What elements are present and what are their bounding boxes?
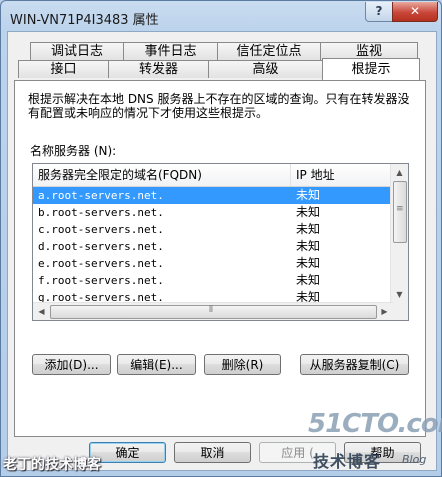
horizontal-scroll-thumb[interactable]: ⦀ — [50, 305, 377, 319]
title-bar[interactable]: WIN-VN71P4I3483 属性 ? ✕ — [1, 1, 441, 31]
watermark-logo: 51CTO.com — [308, 409, 442, 439]
server-ip-cell: 未知 — [296, 239, 321, 253]
edit-button[interactable]: 编辑(E)... — [117, 354, 196, 375]
dialog-client-area: 调试日志 事件日志 信任定位点 监视 接口 转发器 高级 根提示 根提示解决在本… — [7, 31, 437, 471]
tab-interfaces[interactable]: 接口 — [18, 60, 109, 78]
name-servers-label: 名称服务器 (N): — [30, 144, 117, 158]
server-ip-cell: 未知 — [296, 273, 321, 287]
tab-forwarders[interactable]: 转发器 — [108, 60, 209, 78]
table-row[interactable]: e.root-servers.net. 未知 — [33, 255, 393, 272]
question-icon: ? — [375, 4, 383, 18]
server-fqdn-cell: d.root-servers.net. — [38, 240, 164, 253]
window-title: WIN-VN71P4I3483 属性 — [10, 13, 159, 28]
watermark-caption: 老丁的技术博客 — [3, 457, 101, 473]
close-icon: ✕ — [409, 4, 421, 18]
scroll-down-icon[interactable]: ▼ — [392, 287, 407, 302]
vertical-scrollbar[interactable]: ▲ ≡ ▼ — [390, 164, 408, 303]
list-header: 服务器完全限定的域名(FQDN) IP 地址 — [33, 164, 393, 187]
vertical-scroll-thumb[interactable]: ≡ — [393, 181, 407, 243]
server-fqdn-cell: a.root-servers.net. — [38, 189, 164, 202]
close-caption-button[interactable]: ✕ — [392, 2, 438, 22]
table-row[interactable]: f.root-servers.net. 未知 — [33, 272, 393, 289]
server-ip-cell: 未知 — [296, 188, 321, 202]
root-hints-description: 根提示解决在本地 DNS 服务器上不存在的区域的查询。只有在转发器没有配置或未响… — [28, 92, 410, 120]
scroll-left-icon[interactable]: ◀ — [34, 304, 49, 319]
horizontal-scrollbar[interactable]: ◀ ⦀ ▶ — [33, 302, 393, 320]
grip-icon: ≡ — [396, 204, 404, 214]
server-ip-cell: 未知 — [296, 205, 321, 219]
table-row[interactable]: b.root-servers.net. 未知 — [33, 204, 393, 221]
tab-event-log[interactable]: 事件日志 — [123, 42, 218, 60]
tab-root-hints[interactable]: 根提示 — [322, 58, 420, 80]
watermark-subtitle: 技术博客 — [313, 452, 382, 471]
server-fqdn-cell: f.root-servers.net. — [38, 274, 164, 287]
tab-trust-anchors[interactable]: 信任定位点 — [217, 42, 321, 60]
server-fqdn-cell: b.root-servers.net. — [38, 206, 164, 219]
tab-debug-log[interactable]: 调试日志 — [30, 42, 124, 60]
name-servers-list[interactable]: 服务器完全限定的域名(FQDN) IP 地址 a.root-servers.ne… — [32, 163, 409, 321]
server-fqdn-cell: c.root-servers.net. — [38, 223, 164, 236]
server-ip-cell: 未知 — [296, 256, 321, 270]
column-header-ip[interactable]: IP 地址 — [291, 164, 393, 186]
copy-from-server-button[interactable]: 从服务器复制(C) — [300, 354, 409, 375]
list-rows: a.root-servers.net. 未知 b.root-servers.net.… — [33, 187, 393, 320]
server-ip-cell: 未知 — [296, 222, 321, 236]
scroll-up-icon[interactable]: ▲ — [392, 165, 407, 180]
add-button[interactable]: 添加(D)... — [32, 354, 111, 375]
scrollbar-corner — [391, 303, 408, 320]
cancel-button[interactable]: 取消 — [174, 442, 251, 463]
help-caption-button[interactable]: ? — [365, 2, 393, 22]
properties-dialog-window: WIN-VN71P4I3483 属性 ? ✕ 调试日志 事件日志 信任定位点 监… — [0, 0, 442, 477]
table-row[interactable]: a.root-servers.net. 未知 — [33, 187, 393, 204]
server-fqdn-cell: e.root-servers.net. — [38, 257, 164, 270]
scroll-right-icon[interactable]: ▶ — [377, 304, 392, 319]
table-row[interactable]: d.root-servers.net. 未知 — [33, 238, 393, 255]
remove-button[interactable]: 删除(R) — [204, 354, 281, 375]
table-row[interactable]: c.root-servers.net. 未知 — [33, 221, 393, 238]
grip-icon: ⦀ — [209, 305, 213, 315]
column-header-fqdn[interactable]: 服务器完全限定的域名(FQDN) — [33, 164, 291, 186]
watermark-blog: Blog — [402, 453, 427, 466]
tab-advanced[interactable]: 高级 — [208, 60, 323, 78]
